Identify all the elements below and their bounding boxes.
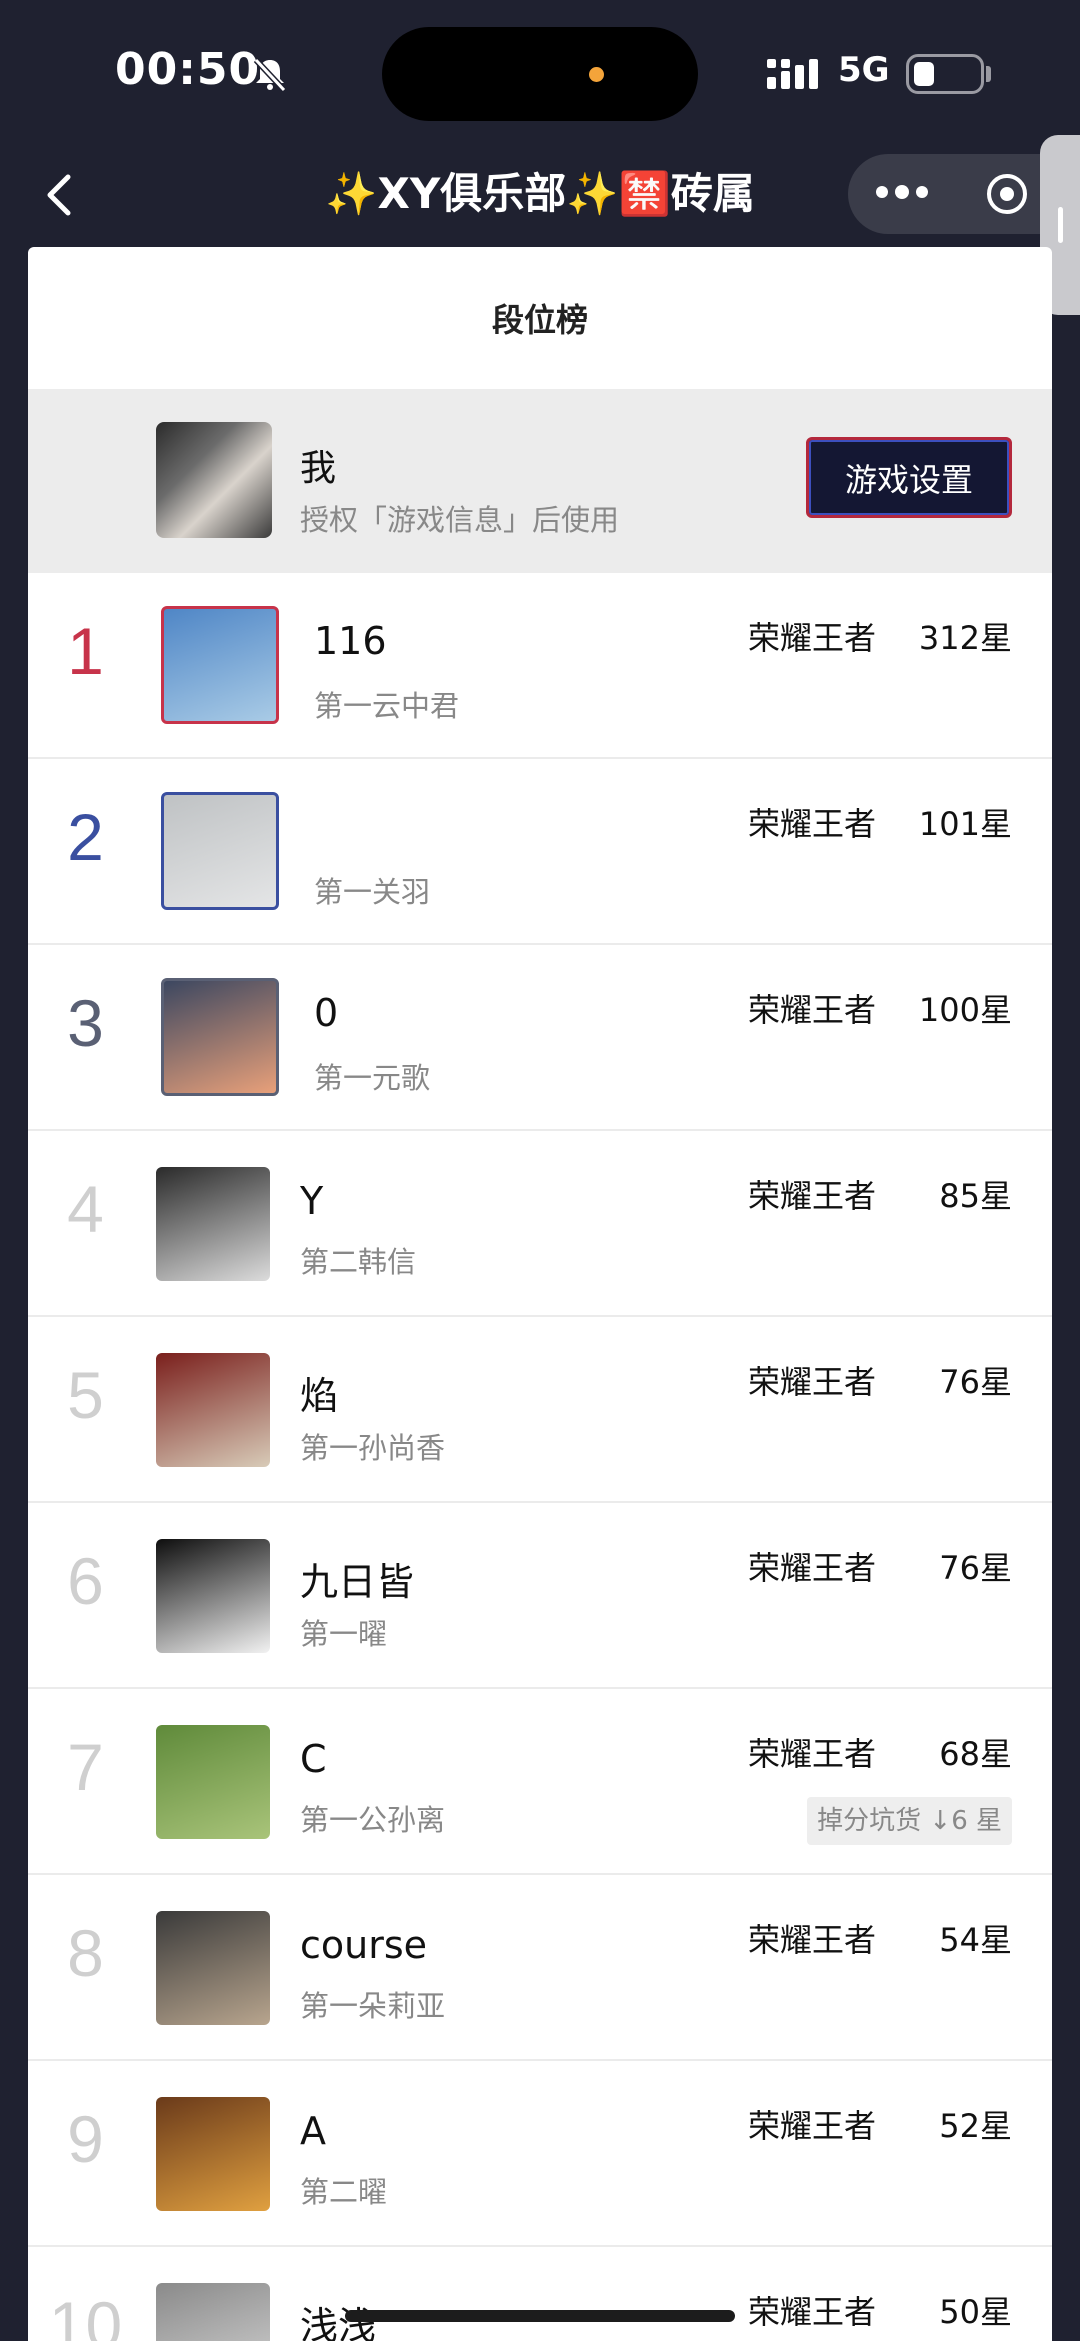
my-name: 我 (300, 448, 337, 489)
nav-bar: ✨XY俱乐部✨🈲砖属 (0, 140, 1080, 245)
player-avatar (161, 978, 279, 1096)
more-dots-icon[interactable] (872, 182, 932, 202)
player-hero-rank: 第一孙尚香 (300, 1431, 446, 1465)
player-tier: 荣耀王者 (748, 1363, 877, 1401)
player-name: A (300, 2109, 326, 2153)
player-avatar (156, 2097, 270, 2211)
player-name: C (300, 1737, 327, 1781)
dynamic-island (382, 27, 698, 121)
bell-muted-icon (253, 57, 287, 92)
leaderboard-row[interactable]: 9 A 第二曜 荣耀王者 52星 (28, 2061, 1052, 2247)
leaderboard-panel: 段位榜 我 授权「游戏信息」后使用 游戏设置 1 116 第一云中君 荣耀王者 312星… (28, 247, 1052, 2341)
player-hero-rank: 第一朵莉亚 (300, 1989, 446, 2023)
rank-number: 2 (67, 800, 104, 874)
player-hero-rank: 第一元歌 (314, 1061, 431, 1095)
leaderboard-row[interactable]: 3 0 第一元歌 荣耀王者 100星 (28, 945, 1052, 1131)
player-stars: 50星 (939, 2293, 1012, 2331)
player-avatar (156, 1353, 270, 1467)
rank-number: 8 (67, 1916, 104, 1990)
leaderboard-row[interactable]: 5 焰第一孙尚香 荣耀王者 76星 (28, 1317, 1052, 1503)
rank-number: 4 (67, 1172, 104, 1246)
my-rank-row: 我 授权「游戏信息」后使用 游戏设置 (28, 389, 1052, 573)
player-stars: 312星 (918, 619, 1012, 657)
close-miniprogram-icon[interactable] (985, 172, 1029, 216)
player-name: 焰 (300, 1374, 339, 1418)
home-indicator (345, 2310, 735, 2322)
leaderboard-row[interactable]: 10 浅浅 荣耀王者 50星 (28, 2247, 1052, 2341)
rank-number: 3 (67, 986, 104, 1060)
player-tier: 荣耀王者 (748, 1177, 877, 1215)
status-bar: 00:50 5G (0, 0, 1080, 140)
player-tier: 荣耀王者 (748, 1921, 877, 1959)
rank-number: 1 (67, 614, 104, 688)
player-name: 0 (314, 991, 339, 1035)
game-settings-button[interactable]: 游戏设置 (806, 437, 1012, 518)
leaderboard-row[interactable]: 7 C 第一公孙离 荣耀王者 68星掉分坑货 ↓6 星 (28, 1689, 1052, 1875)
rank-number: 10 (48, 2288, 123, 2341)
player-stars: 54星 (939, 1921, 1012, 1959)
camera-indicator-dot (589, 67, 604, 82)
player-stars: 101星 (918, 805, 1012, 843)
my-auth-hint: 授权「游戏信息」后使用 (300, 503, 620, 537)
player-name: 116 (314, 619, 387, 663)
player-stars: 85星 (939, 1177, 1012, 1215)
player-stars: 76星 (939, 1549, 1012, 1587)
player-stars: 76星 (939, 1363, 1012, 1401)
player-tier: 荣耀王者 (748, 1549, 877, 1587)
player-avatar (156, 1539, 270, 1653)
leaderboard-row[interactable]: 4 Y 第二韩信 荣耀王者 85星 (28, 1131, 1052, 1317)
my-avatar (156, 422, 272, 538)
player-tier: 荣耀王者 (748, 2293, 877, 2331)
rank-number: 6 (67, 1544, 104, 1618)
battery-level (914, 62, 934, 86)
player-name: 九日皆 (300, 1560, 415, 1604)
leaderboard-row[interactable]: 6 九日皆第一曜 荣耀王者 76星 (28, 1503, 1052, 1689)
player-avatar (156, 2283, 270, 2341)
player-hero-rank: 第二曜 (300, 2175, 388, 2209)
battery-tip (986, 66, 991, 82)
battery-icon (906, 54, 984, 94)
player-avatar (156, 1167, 270, 1281)
leaderboard-list: 1 116 第一云中君 荣耀王者 312星 2 第一关羽 荣耀王者 101星 3 0 第一元歌 荣耀王者… (28, 573, 1052, 2341)
panel-title: 段位榜 (491, 301, 588, 339)
player-avatar (156, 1725, 270, 1839)
player-tier: 荣耀王者 (748, 805, 877, 843)
player-avatar (161, 792, 279, 910)
player-hero-rank: 第一关羽 (314, 875, 431, 909)
player-hero-rank: 第一公孙离 (300, 1803, 446, 1837)
status-time: 00:50 (115, 44, 261, 95)
player-avatar (161, 606, 279, 724)
player-tier: 荣耀王者 (748, 2107, 877, 2145)
rank-number: 7 (67, 1730, 104, 1804)
player-avatar (156, 1911, 270, 2025)
player-hero-rank: 第一云中君 (314, 689, 460, 723)
rank-number: 5 (67, 1358, 104, 1432)
player-hero-rank: 第二韩信 (300, 1245, 417, 1279)
cellular-signal-icon (767, 59, 818, 89)
leaderboard-row[interactable]: 1 116 第一云中君 荣耀王者 312星 (28, 573, 1052, 759)
leaderboard-row[interactable]: 2 第一关羽 荣耀王者 101星 (28, 759, 1052, 945)
player-hero-rank: 第一曜 (300, 1617, 388, 1651)
player-tier: 荣耀王者 (748, 1735, 877, 1773)
player-tier: 荣耀王者 (748, 991, 877, 1029)
star-drop-badge: 掉分坑货 ↓6 星 (807, 1797, 1012, 1845)
network-type: 5G (838, 50, 890, 90)
rank-number: 9 (67, 2102, 104, 2176)
player-stars: 52星 (939, 2107, 1012, 2145)
player-stars: 100星 (918, 991, 1012, 1029)
player-tier: 荣耀王者 (748, 619, 877, 657)
player-stars: 68星 (939, 1735, 1012, 1773)
leaderboard-row[interactable]: 8 course 第一朵莉亚 荣耀王者 54星 (28, 1875, 1052, 2061)
player-name: Y (300, 1179, 324, 1223)
player-name: course (300, 1923, 428, 1967)
